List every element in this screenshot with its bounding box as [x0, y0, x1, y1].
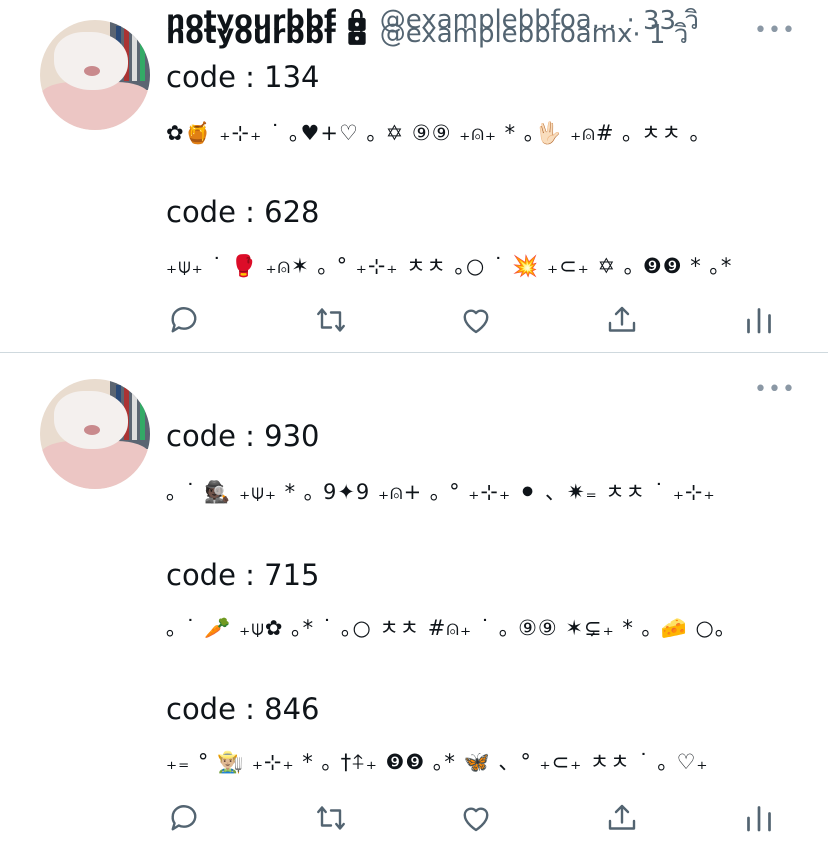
more-options-icon[interactable]: ••• — [754, 18, 796, 43]
retweet-icon[interactable] — [313, 302, 349, 338]
code-text: code : 628 — [166, 195, 320, 229]
code-text: code : 134 — [166, 60, 320, 94]
decoration-text: ✿🍯 ₊⊹₊ ˙ ｡♥+♡ ｡ ✡ ⑨⑨ ₊⍝₊ * ｡🖖🏻 ₊⍝# ｡ ㅊㅊ … — [166, 121, 702, 145]
lock-icon — [344, 7, 370, 33]
timestamp[interactable]: · 33 วิ — [626, 0, 698, 41]
tweet[interactable]: notyourbbf @examplebbfoamx · 1 วิ ••• co… — [0, 0, 828, 353]
avatar-cat-mouth — [84, 66, 100, 76]
display-name[interactable]: notyourbbf — [166, 5, 336, 36]
tweet-text-line: code : 134 — [166, 60, 320, 94]
decoration-text: ｡ ˙ 🕵🏿 ₊⍦₊ * ｡ 9✦9 ₊⍝+ ｡ ° ₊⊹₊ ⚫ 、✷₌ ㅊㅊ … — [166, 480, 716, 504]
tweet-text-line: ₊⍦₊ ˙ 🥊 ₊⍝✶ ｡ ° ₊⊹₊ ㅊㅊ ｡○ ˙ 💥 ₊⊂₊ ✡ ｡ ❾❾… — [166, 250, 732, 280]
analytics-icon[interactable] — [741, 302, 777, 338]
tweet-text-line: code : 846 — [166, 692, 320, 726]
more-options-icon[interactable]: ••• — [754, 377, 796, 402]
tweet-text-line: ✿🍯 ₊⊹₊ ˙ ｡♥+♡ ｡ ✡ ⑨⑨ ₊⍝₊ * ｡🖖🏻 ₊⍝# ｡ ㅊㅊ … — [166, 117, 701, 147]
avatar[interactable] — [40, 379, 150, 489]
tweet-text-line: code : 930 — [166, 419, 320, 453]
share-icon[interactable] — [604, 800, 640, 836]
tweet-text-line: code : 715 — [166, 558, 320, 592]
avatar-cat — [54, 391, 128, 449]
avatar[interactable] — [40, 20, 150, 130]
username[interactable]: @examplebbfoa... — [380, 5, 617, 35]
avatar-cat-mouth — [84, 425, 100, 435]
like-icon[interactable] — [458, 302, 494, 338]
retweet-icon[interactable] — [313, 800, 349, 836]
tweet-actions — [166, 800, 786, 840]
reply-icon[interactable] — [166, 302, 202, 338]
tweet-text-line: ｡ ˙ 🕵🏿 ₊⍦₊ * ｡ 9✦9 ₊⍝+ ｡ ° ₊⊹₊ ⚫ 、✷₌ ㅊㅊ … — [166, 476, 716, 506]
analytics-icon[interactable] — [741, 800, 777, 836]
code-text: code : 846 — [166, 692, 320, 726]
tweet-text-line: ｡ ˙ 🥕 ₊⍦✿ ｡* ˙ ｡○ ㅊㅊ #⍝₊ ˙ ｡ ⑨⑨ ✶⊊₊ * ｡ … — [166, 612, 726, 642]
tweet-text-line: code : 628 — [166, 195, 320, 229]
reply-icon[interactable] — [166, 800, 202, 836]
like-icon[interactable] — [458, 800, 494, 836]
share-icon[interactable] — [604, 302, 640, 338]
tweet-header: notyourbbf @examplebbfoa... · 33 วิ — [166, 0, 699, 40]
tweet-actions — [166, 302, 786, 342]
tweet-text-line: ₊₌ ° 👨🏼‍🌾 ₊⊹₊ * ｡ †⍏₊ ❾❾ ｡* 🦋 、° ₊⊂₊ ㅊㅊ … — [166, 746, 709, 776]
code-text: code : 930 — [166, 419, 320, 453]
code-text: code : 715 — [166, 558, 320, 592]
tweet[interactable] — [0, 353, 828, 854]
decoration-text: ｡ ˙ 🥕 ₊⍦✿ ｡* ˙ ｡○ ㅊㅊ #⍝₊ ˙ ｡ ⑨⑨ ✶⊊₊ * ｡ … — [166, 616, 727, 640]
decoration-text: ₊₌ ° 👨🏼‍🌾 ₊⊹₊ * ｡ †⍏₊ ❾❾ ｡* 🦋 、° ₊⊂₊ ㅊㅊ … — [166, 750, 709, 774]
avatar-cat — [54, 32, 128, 90]
decoration-text: ₊⍦₊ ˙ 🥊 ₊⍝✶ ｡ ° ₊⊹₊ ㅊㅊ ｡○ ˙ 💥 ₊⊂₊ ✡ ｡ ❾❾… — [166, 254, 733, 278]
